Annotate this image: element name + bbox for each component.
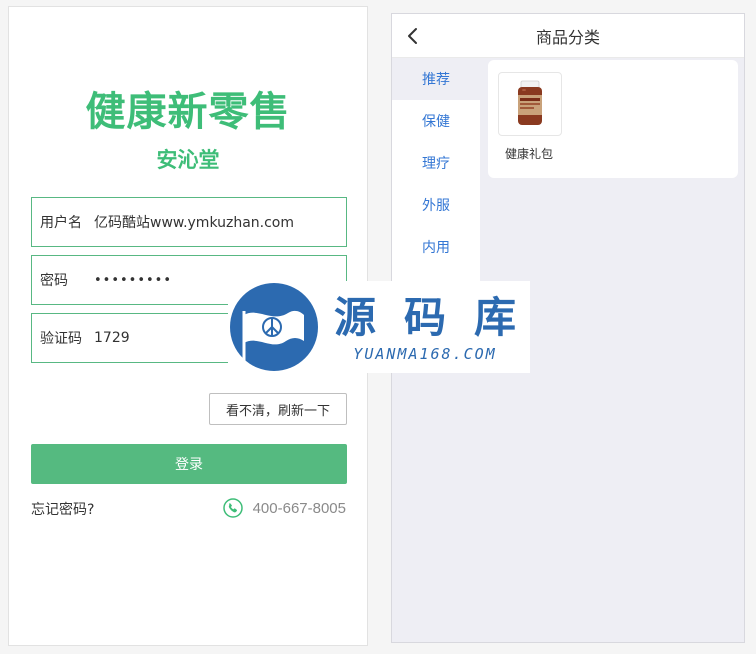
hotline[interactable]: 400-667-8005 bbox=[222, 498, 346, 518]
login-button[interactable]: 登录 bbox=[31, 444, 347, 484]
category-tab-external[interactable]: 外服 bbox=[392, 184, 480, 226]
category-tab-internal[interactable]: 内用 bbox=[392, 226, 480, 268]
watermark-banner: 源码库 YUANMA168.COM bbox=[228, 281, 530, 373]
password-label: 密码 bbox=[40, 273, 68, 289]
hotline-number: 400-667-8005 bbox=[252, 499, 346, 517]
flag-logo-icon bbox=[230, 283, 318, 371]
watermark-url: YUANMA168.COM bbox=[353, 345, 497, 363]
product-image[interactable] bbox=[498, 72, 562, 136]
watermark-text: 源码库 YUANMA168.COM bbox=[320, 291, 530, 363]
captcha-label: 验证码 bbox=[40, 331, 82, 347]
category-tab-health[interactable]: 保健 bbox=[392, 100, 480, 142]
supplement-bottle-icon bbox=[518, 80, 542, 125]
category-title: 商品分类 bbox=[535, 27, 600, 47]
username-label: 用户名 bbox=[40, 215, 82, 231]
category-header: 商品分类 bbox=[392, 14, 744, 58]
category-tab-therapy[interactable]: 理疗 bbox=[392, 142, 480, 184]
category-tab-recommend[interactable]: 推荐 bbox=[392, 58, 480, 100]
back-chevron-icon[interactable] bbox=[406, 26, 420, 46]
watermark-title: 源码库 bbox=[333, 293, 544, 342]
username-input[interactable] bbox=[94, 214, 334, 230]
product-name: 健康礼包 bbox=[505, 147, 554, 161]
app-title: 健康新零售 bbox=[85, 89, 291, 135]
phone-icon bbox=[222, 498, 243, 518]
forgot-password-link[interactable]: 忘记密码? bbox=[31, 499, 94, 519]
refresh-captcha-button[interactable]: 看不清，刷新一下 bbox=[209, 393, 347, 425]
username-field[interactable]: 用户名 bbox=[31, 197, 347, 247]
store-name: 安沁堂 bbox=[156, 148, 220, 172]
product-card[interactable]: 健康礼包 bbox=[488, 60, 738, 178]
